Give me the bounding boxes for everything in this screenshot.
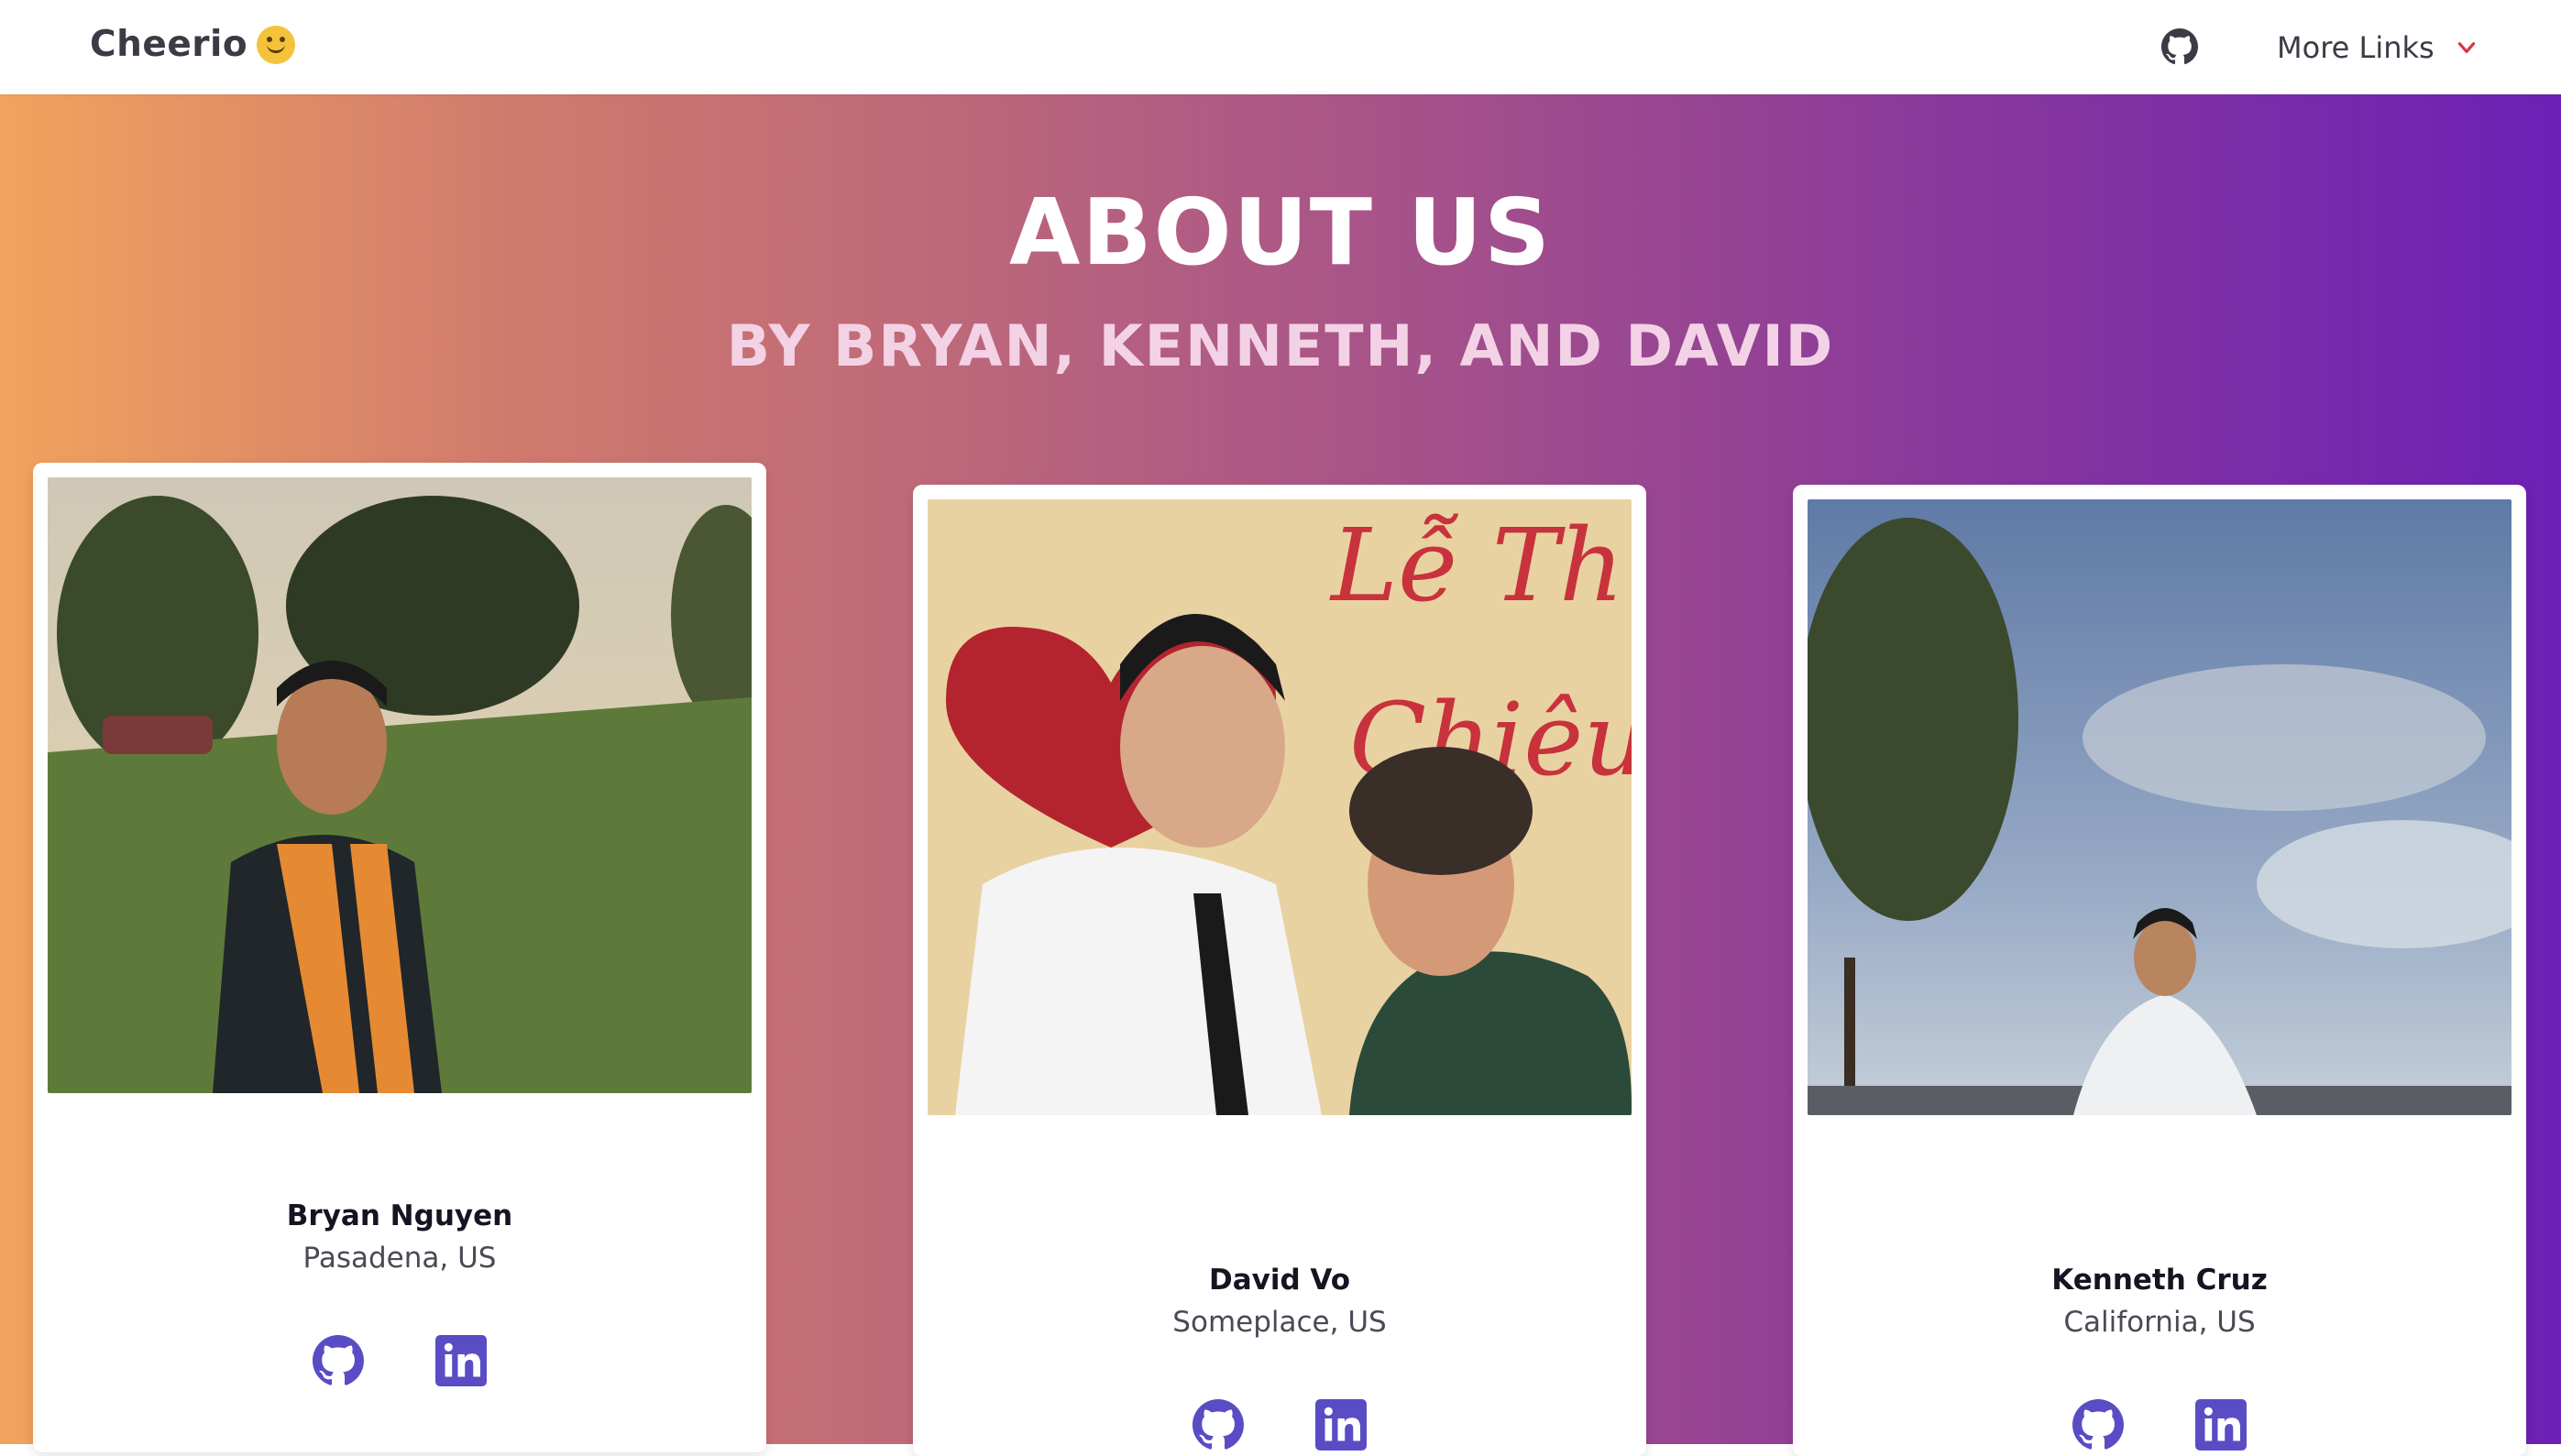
more-links-dropdown[interactable]: More Links	[2277, 27, 2479, 68]
github-icon[interactable]	[1193, 1399, 1244, 1451]
page-title: ABOUT US	[1008, 179, 1553, 286]
member-location: Pasadena, US	[302, 1242, 497, 1275]
member-name: David Vo	[1208, 1264, 1351, 1297]
team-card-kenneth: Kenneth Cruz California, US	[1793, 485, 2526, 1456]
social-links	[33, 1335, 766, 1386]
team-card-david: Lễ Th Chiêu David Vo Someplace, US	[913, 485, 1646, 1456]
person-photo	[48, 477, 752, 1093]
member-name: Kenneth Cruz	[2051, 1264, 2268, 1297]
person-photo: Lễ Th Chiêu	[928, 499, 1632, 1115]
svg-text:Lễ Th: Lễ Th	[1329, 507, 1624, 624]
github-icon[interactable]	[2161, 28, 2198, 65]
more-links-label[interactable]: More Links	[2277, 30, 2435, 65]
linkedin-icon[interactable]	[2195, 1399, 2247, 1451]
person-photo-image	[1808, 499, 2512, 1115]
brand-logo[interactable]: Cheerio	[90, 24, 296, 65]
person-photo	[1808, 499, 2512, 1115]
team-card-bryan: Bryan Nguyen Pasadena, US	[33, 463, 766, 1452]
github-icon[interactable]	[313, 1335, 364, 1386]
linkedin-icon[interactable]	[435, 1335, 487, 1386]
member-location: Someplace, US	[1172, 1306, 1387, 1339]
social-links	[1793, 1399, 2526, 1451]
github-icon[interactable]	[2072, 1399, 2124, 1451]
linkedin-icon[interactable]	[1315, 1399, 1367, 1451]
hugging-face-emoji-icon	[257, 25, 296, 64]
social-links	[913, 1399, 1646, 1451]
navbar: Cheerio More Links	[0, 0, 2561, 94]
page-subtitle: BY BRYAN, KENNETH, AND DAVID	[726, 312, 1835, 379]
about-section: ABOUT US BY BRYAN, KENNETH, AND DAVID Br…	[0, 94, 2561, 1456]
member-name: Bryan Nguyen	[286, 1199, 513, 1232]
person-photo-image: Lễ Th Chiêu	[928, 499, 1632, 1115]
member-location: California, US	[2063, 1306, 2256, 1339]
chevron-down-icon[interactable]	[2455, 36, 2479, 60]
person-photo-image	[48, 477, 752, 1093]
brand-name[interactable]: Cheerio	[90, 24, 247, 65]
